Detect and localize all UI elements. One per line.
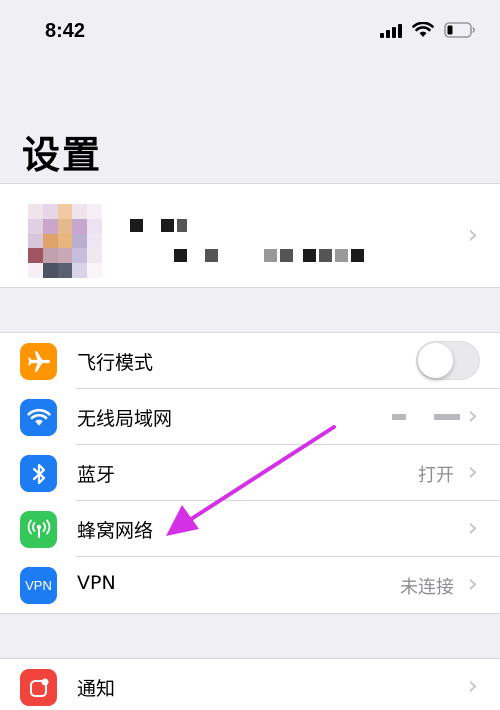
chevron-right-icon: › xyxy=(467,569,478,599)
notifications-row[interactable]: 通知 › xyxy=(0,659,500,710)
avatar xyxy=(28,204,102,278)
chevron-right-icon: › xyxy=(467,457,478,487)
wifi-row[interactable]: 无线局域网 › xyxy=(0,389,500,445)
wifi-icon xyxy=(20,399,57,436)
battery-icon xyxy=(444,22,476,38)
toggle-knob xyxy=(418,343,453,378)
bluetooth-label: 蓝牙 xyxy=(77,464,116,486)
chevron-right-icon: › xyxy=(467,401,478,431)
page-title: 设置 xyxy=(22,133,103,177)
bluetooth-row[interactable]: 蓝牙 打开 › xyxy=(0,445,500,501)
chevron-right-icon: › xyxy=(467,220,478,250)
notifications-label: 通知 xyxy=(77,678,116,700)
wifi-network-name-redacted xyxy=(392,414,460,420)
chevron-right-icon: › xyxy=(467,513,478,543)
cellular-label: 蜂窝网络 xyxy=(77,520,154,542)
status-bar: 8:42 xyxy=(0,0,500,64)
bluetooth-icon xyxy=(20,455,57,492)
connectivity-settings-group: 飞行模式 无线局域网 › 蓝牙 打开 › 蜂窝网络 › VPN VPN 未连接 … xyxy=(0,332,500,614)
wifi-icon xyxy=(412,22,434,38)
profile-name-redacted xyxy=(130,218,367,278)
vpn-label: VPN xyxy=(77,572,116,594)
airplane-mode-toggle[interactable] xyxy=(416,341,480,380)
vpn-icon: VPN xyxy=(20,567,57,604)
cellular-signal-icon xyxy=(380,22,402,38)
cellular-row[interactable]: 蜂窝网络 › xyxy=(0,501,500,557)
wifi-label: 无线局域网 xyxy=(77,408,173,430)
vpn-status: 未连接 xyxy=(400,577,454,598)
notifications-icon xyxy=(20,669,57,706)
airplane-icon xyxy=(20,343,57,380)
status-icons xyxy=(380,22,476,38)
status-time: 8:42 xyxy=(45,20,86,42)
apple-id-profile-card[interactable]: › xyxy=(0,183,500,288)
bluetooth-status: 打开 xyxy=(418,465,454,486)
antenna-icon xyxy=(20,511,57,548)
chevron-right-icon: › xyxy=(467,671,478,701)
airplane-mode-label: 飞行模式 xyxy=(77,352,154,374)
airplane-mode-row[interactable]: 飞行模式 xyxy=(0,333,500,389)
notifications-settings-group: 通知 › xyxy=(0,658,500,710)
vpn-row[interactable]: VPN VPN 未连接 › xyxy=(0,557,500,613)
